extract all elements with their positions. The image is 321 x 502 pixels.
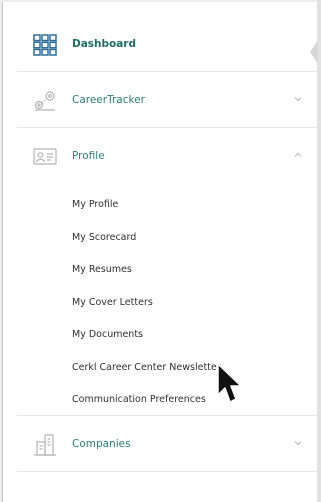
submenu-item-my-resumes[interactable]: My Resumes [72, 264, 132, 275]
chevron-down-icon[interactable] [293, 94, 303, 104]
mouse-pointer-icon [217, 363, 242, 403]
nav-section-careertracker[interactable]: CareerTracker [17, 72, 317, 128]
nav-section-companies[interactable]: Companies [17, 416, 317, 472]
map-route-icon [34, 91, 55, 111]
submenu-item-career-center-newsletter[interactable]: Cerkl Career Center Newsletter [72, 362, 221, 373]
submenu-item-my-scorecard[interactable]: My Scorecard [72, 232, 136, 243]
chevron-up-icon[interactable] [293, 150, 303, 160]
building-icon [34, 434, 56, 456]
nav-label-careertracker: CareerTracker [72, 94, 145, 106]
side-navigation-panel: Dashboard CareerTracker Profile My Profi… [2, 2, 318, 502]
grid-icon [33, 34, 57, 56]
submenu-item-my-profile[interactable]: My Profile [72, 199, 118, 210]
panel-edge-notch [310, 40, 318, 64]
nav-label-companies: Companies [72, 438, 131, 450]
id-card-icon [33, 148, 57, 165]
profile-submenu: My Profile My Scorecard My Resumes My Co… [17, 184, 317, 416]
submenu-item-communication-preferences[interactable]: Communication Preferences [72, 394, 206, 405]
scroll-rail[interactable] [317, 0, 321, 502]
nav-label-dashboard: Dashboard [72, 38, 137, 50]
chevron-down-icon[interactable] [293, 438, 303, 448]
submenu-item-my-cover-letters[interactable]: My Cover Letters [72, 297, 153, 308]
nav-menu: Dashboard CareerTracker Profile My Profi… [17, 16, 317, 472]
submenu-item-my-documents[interactable]: My Documents [72, 329, 143, 340]
nav-label-profile: Profile [72, 150, 105, 162]
nav-section-profile[interactable]: Profile [17, 128, 317, 184]
nav-section-dashboard[interactable]: Dashboard [17, 16, 317, 72]
